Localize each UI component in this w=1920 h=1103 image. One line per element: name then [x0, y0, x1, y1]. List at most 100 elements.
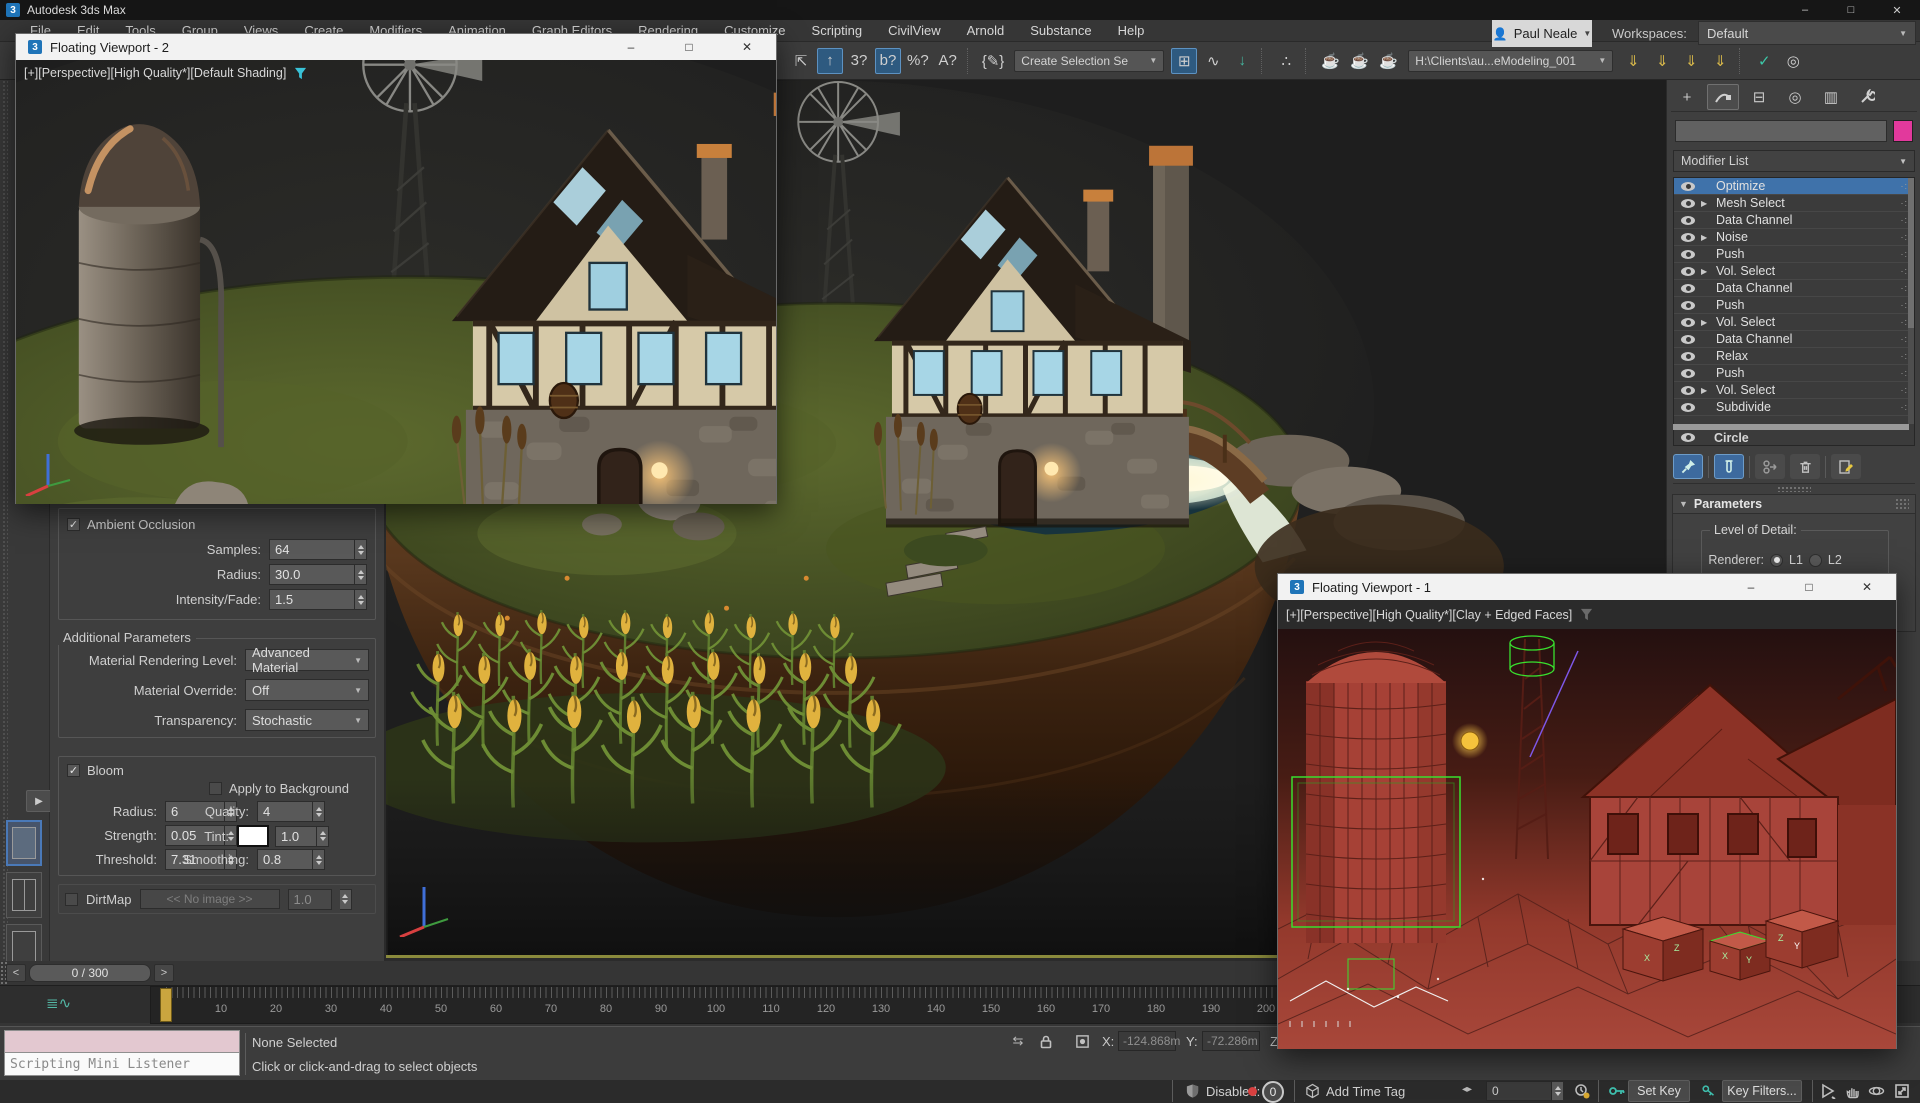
selection-set-dropdown[interactable]: Create Selection Se▼ — [1014, 50, 1164, 72]
configure-modifier-sets-button[interactable] — [1831, 454, 1861, 479]
viewport-label[interactable]: [+][Perspective][High Quality*][Default … — [24, 66, 307, 80]
modifier-subdivide[interactable]: Subdivide·: — [1674, 399, 1914, 416]
select-object-icon[interactable]: ↑ — [817, 48, 843, 74]
visibility-eye-icon[interactable] — [1681, 352, 1695, 361]
apply-to-background-checkbox[interactable]: ✓ — [209, 782, 222, 795]
visibility-eye-icon[interactable] — [1681, 284, 1695, 293]
visibility-eye-icon[interactable] — [1681, 182, 1695, 191]
tab-create-icon[interactable]: + — [1671, 84, 1703, 110]
previous-frame-button[interactable]: < — [6, 964, 26, 982]
scene-explorer-icon[interactable]: ⊞ — [1171, 48, 1197, 74]
mini-curve-editor-icon[interactable]: ≣∿ — [46, 994, 71, 1012]
autobackup-icon[interactable]: ◎ — [1780, 48, 1806, 74]
x-coord-field[interactable]: -124.868m — [1118, 1031, 1176, 1051]
auto-key-icon[interactable] — [1698, 1081, 1718, 1101]
next-frame-button[interactable]: > — [154, 964, 174, 982]
listener-macro-row[interactable] — [4, 1030, 240, 1053]
import-link-icon[interactable]: ⇓ — [1620, 48, 1646, 74]
modifier-noise[interactable]: ▶Noise·: — [1674, 229, 1914, 246]
modifier-data-channel[interactable]: Data Channel·: — [1674, 212, 1914, 229]
zoom-region-icon[interactable] — [1818, 1081, 1838, 1101]
set-key-button[interactable]: Set Key — [1628, 1080, 1690, 1102]
ao-radius-field[interactable]: 30.0 — [269, 564, 355, 585]
dirtmap-spinner[interactable] — [340, 889, 352, 910]
object-name-field[interactable] — [1675, 120, 1887, 142]
intensity-fade-field[interactable]: 1.5 — [269, 589, 355, 610]
select-by-angle-icon[interactable]: A? — [935, 48, 961, 74]
dirtmap-value-field[interactable]: 1.0 — [288, 889, 332, 910]
stack-scrollbar[interactable] — [1908, 178, 1914, 424]
tab-hierarchy-icon[interactable]: ⊟ — [1743, 84, 1775, 110]
tab-utilities-icon[interactable] — [1851, 84, 1883, 110]
export-link-icon[interactable]: ⇓ — [1649, 48, 1675, 74]
modifier-data-channel[interactable]: Data Channel·: — [1674, 331, 1914, 348]
workspace-dropdown[interactable]: Default ▼ — [1698, 21, 1916, 45]
curve-editor-icon[interactable]: ∿ — [1200, 48, 1226, 74]
quality-spinner[interactable] — [313, 801, 325, 822]
project-path-dropdown[interactable]: H:\Clients\au...eModeling_001▼ — [1408, 50, 1613, 72]
close-button[interactable]: ✕ — [1838, 574, 1896, 600]
menu-civilview[interactable]: CivilView — [888, 23, 941, 38]
maximize-viewport-toggle-icon[interactable] — [1892, 1081, 1912, 1101]
renderer-l2-radio[interactable] — [1809, 554, 1822, 567]
close-button[interactable]: ✕ — [718, 34, 776, 60]
filter-funnel-icon[interactable] — [294, 67, 307, 80]
remove-modifier-button[interactable] — [1790, 454, 1820, 479]
parameters-rollout-header[interactable]: ▼ Parameters — [1672, 494, 1916, 514]
tab-motion-icon[interactable]: ◎ — [1779, 84, 1811, 110]
maximize-button[interactable]: □ — [1780, 574, 1838, 600]
maximize-button[interactable]: □ — [1828, 0, 1874, 20]
frame-spinner[interactable] — [1552, 1081, 1564, 1101]
orbit-icon[interactable] — [1866, 1081, 1886, 1101]
lock-icon[interactable] — [1036, 1031, 1056, 1051]
tint-spinner[interactable] — [317, 826, 329, 847]
viewport-layout-split-button[interactable] — [6, 872, 42, 918]
select-and-link-icon[interactable]: ⇱ — [788, 48, 814, 74]
viewport-label[interactable]: [+][Perspective][High Quality*][Clay + E… — [1286, 608, 1572, 622]
modifier-vol-select[interactable]: ▶Vol. Select·: — [1674, 263, 1914, 280]
manage-links-icon[interactable]: ⇓ — [1678, 48, 1704, 74]
floating-viewport-2-titlebar[interactable]: 3 Floating Viewport - 2 – □ ✕ — [16, 34, 776, 60]
transparency-dropdown[interactable]: Stochastic▼ — [245, 709, 369, 731]
minimize-button[interactable]: – — [1782, 0, 1828, 20]
selection-lock-toggle-icon[interactable]: ⇆ — [1008, 1031, 1028, 1051]
listener-script-row[interactable]: Scripting Mini Listener — [4, 1053, 240, 1076]
renderer-l1-radio[interactable] — [1770, 554, 1783, 567]
modifier-relax[interactable]: Relax·: — [1674, 348, 1914, 365]
modifier-push[interactable]: Push·: — [1674, 246, 1914, 263]
menu-help[interactable]: Help — [1118, 23, 1145, 38]
minimize-button[interactable]: – — [1722, 574, 1780, 600]
modifier-push[interactable]: Push·: — [1674, 297, 1914, 314]
floating-viewport-1-canvas[interactable]: ZX XY Z Y — [1278, 629, 1896, 1049]
smoothing-field[interactable]: 0.8 — [257, 849, 313, 870]
menu-substance[interactable]: Substance — [1030, 23, 1091, 38]
visibility-eye-icon[interactable] — [1681, 318, 1695, 327]
floating-viewport-2-canvas[interactable]: [+][Perspective][High Quality*][Default … — [16, 60, 776, 504]
set-keys-key-icon[interactable] — [1606, 1081, 1626, 1101]
frame-counter-field[interactable]: 0 / 300 — [29, 964, 151, 982]
visibility-eye-icon[interactable] — [1681, 433, 1695, 442]
render-production-icon[interactable]: ☕ — [1375, 48, 1401, 74]
bloom-checkbox[interactable]: ✓ — [67, 764, 80, 777]
select-by-name-icon[interactable]: 3? — [846, 48, 872, 74]
samples-spinner[interactable] — [355, 539, 367, 560]
menu-scripting[interactable]: Scripting — [812, 23, 863, 38]
particle-view-icon[interactable]: ∴ — [1273, 48, 1299, 74]
pan-hand-icon[interactable] — [1842, 1081, 1862, 1101]
time-configuration-icon[interactable] — [1572, 1081, 1592, 1101]
visibility-eye-icon[interactable] — [1681, 199, 1695, 208]
add-time-tag[interactable]: Add Time Tag — [1326, 1084, 1405, 1099]
visibility-eye-icon[interactable] — [1681, 386, 1695, 395]
shield-icon[interactable] — [1182, 1081, 1202, 1101]
ao-radius-spinner[interactable] — [355, 564, 367, 585]
floating-viewport-1-titlebar[interactable]: 3 Floating Viewport - 1 – □ ✕ — [1278, 574, 1896, 600]
visibility-eye-icon[interactable] — [1681, 403, 1695, 412]
base-object-row[interactable]: Circle — [1673, 430, 1915, 446]
minimize-button[interactable]: – — [602, 34, 660, 60]
time-slider-handle[interactable] — [160, 988, 172, 1022]
frame-step-icons[interactable]: ◂▸ — [1462, 1084, 1472, 1095]
filter-funnel-icon[interactable] — [1580, 608, 1593, 621]
floating-viewport-2-window[interactable]: 3 Floating Viewport - 2 – □ ✕ [+][Perspe… — [15, 33, 777, 504]
dirtmap-image-button[interactable]: << No image >> — [140, 889, 280, 909]
visibility-eye-icon[interactable] — [1681, 301, 1695, 310]
